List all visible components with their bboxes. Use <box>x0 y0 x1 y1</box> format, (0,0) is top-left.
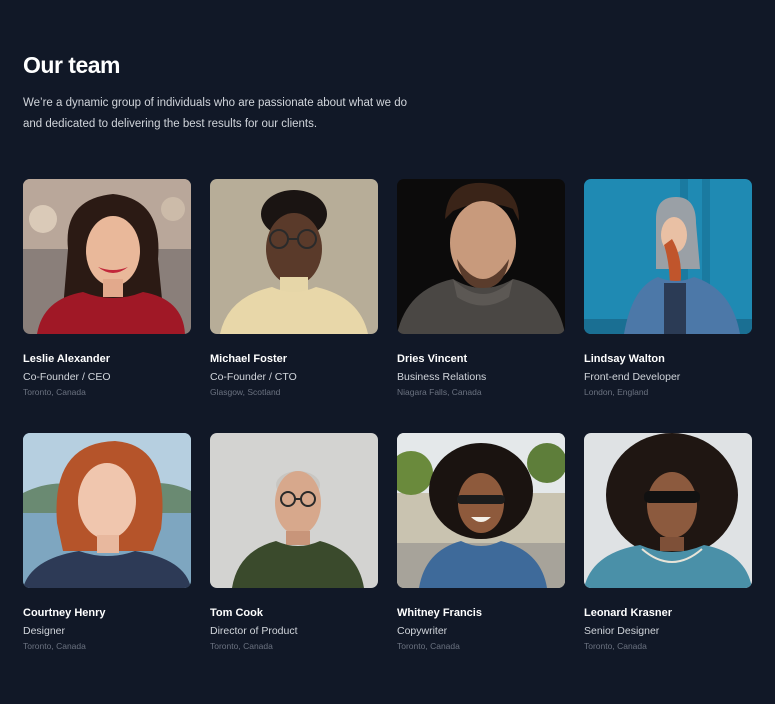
team-member-card: Leslie Alexander Co-Founder / CEO Toront… <box>23 179 191 433</box>
member-location: Glasgow, Scotland <box>210 387 281 397</box>
member-location: Toronto, Canada <box>210 641 273 651</box>
member-name: Courtney Henry <box>23 607 106 619</box>
member-photo <box>23 433 191 588</box>
team-member-card: Courtney Henry Designer Toronto, Canada <box>23 433 191 687</box>
member-name: Michael Foster <box>210 353 288 365</box>
member-photo <box>397 433 565 588</box>
team-grid: Leslie Alexander Co-Founder / CEO Toront… <box>23 179 752 687</box>
team-member-card: Whitney Francis Copywriter Toronto, Cana… <box>397 433 565 687</box>
member-photo <box>210 433 378 588</box>
section-title: Our team <box>23 52 120 78</box>
member-location: Toronto, Canada <box>23 387 86 397</box>
team-member-card: Dries Vincent Business Relations Niagara… <box>397 179 565 433</box>
member-name: Leonard Krasner <box>584 607 673 619</box>
team-member-card: Leonard Krasner Senior Designer Toronto,… <box>584 433 752 687</box>
member-role: Senior Designer <box>584 625 660 637</box>
member-location: Toronto, Canada <box>23 641 86 651</box>
member-role: Designer <box>23 625 66 637</box>
member-photo <box>584 179 752 334</box>
team-section: Our team We’re a dynamic group of indivi… <box>0 0 775 704</box>
member-name: Tom Cook <box>210 607 263 619</box>
team-member-card: Tom Cook Director of Product Toronto, Ca… <box>210 433 378 687</box>
member-photo <box>584 433 752 588</box>
member-role: Co-Founder / CTO <box>210 371 297 383</box>
member-photo <box>23 179 191 334</box>
team-member-card: Michael Foster Co-Founder / CTO Glasgow,… <box>210 179 378 433</box>
member-photo <box>397 179 565 334</box>
member-name: Dries Vincent <box>397 353 468 365</box>
member-name: Lindsay Walton <box>584 353 665 365</box>
member-role: Director of Product <box>210 625 298 637</box>
member-name: Leslie Alexander <box>23 353 111 365</box>
member-name: Whitney Francis <box>397 607 482 619</box>
member-role: Co-Founder / CEO <box>23 371 111 383</box>
member-location: Toronto, Canada <box>584 641 647 651</box>
team-member-card: Lindsay Walton Front-end Developer Londo… <box>584 179 752 433</box>
member-photo <box>210 179 378 334</box>
member-location: Niagara Falls, Canada <box>397 387 482 397</box>
member-role: Front-end Developer <box>584 371 681 383</box>
member-role: Copywriter <box>397 625 448 637</box>
member-location: Toronto, Canada <box>397 641 460 651</box>
member-role: Business Relations <box>397 371 487 383</box>
member-location: London, England <box>584 387 649 397</box>
section-description: We’re a dynamic group of individuals who… <box>23 97 407 130</box>
